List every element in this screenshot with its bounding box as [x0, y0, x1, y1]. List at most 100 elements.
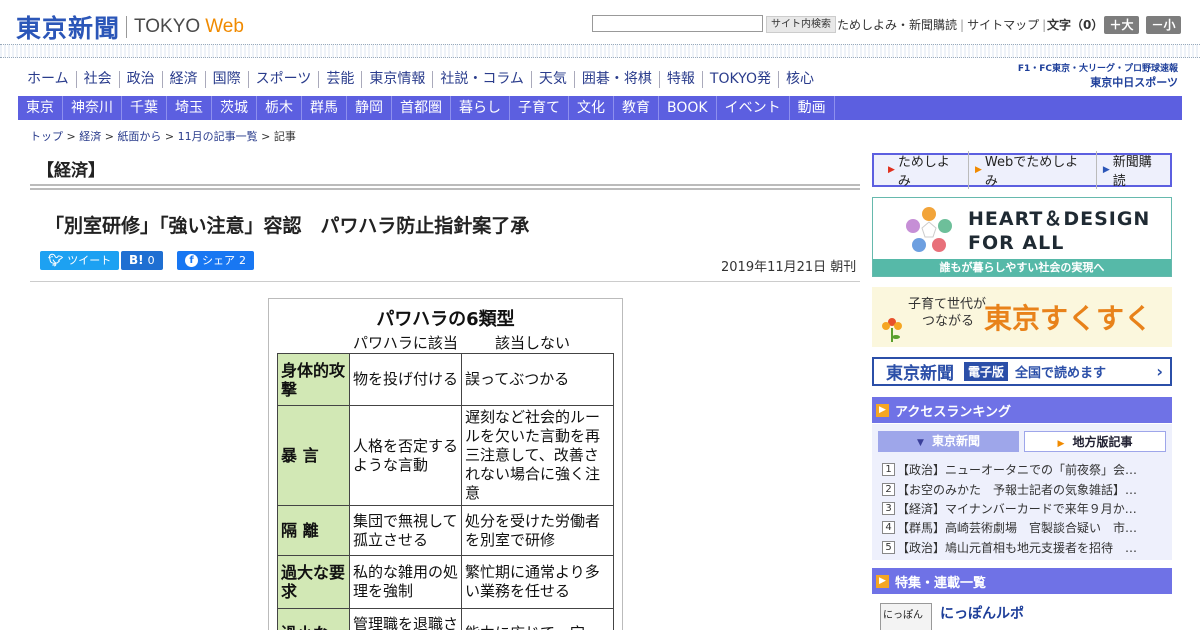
list-item[interactable]: 1 【政治】ニューオータニでの「前夜祭」会…	[882, 460, 1168, 479]
region-nav-item[interactable]: 暮らし	[451, 96, 510, 120]
region-nav-item[interactable]: イベント	[717, 96, 790, 120]
non-harassment-example-cell: 能力に応じて一定	[461, 608, 614, 630]
ranking-tab-local-label: 地方版記事	[1072, 435, 1133, 449]
harassment-example-cell: 私的な雑用の処理を強制	[349, 555, 462, 609]
heart-design-emblem-icon	[906, 207, 952, 252]
category-cell: 過小な	[277, 608, 350, 630]
table-row: 暴 言 人格を否定するような言動 遅刻など社会的ルールを欠いた言動を再三注意して…	[277, 405, 614, 506]
tokyo-sukusuku-banner[interactable]: 子育て世代が つながる 東京すくすく	[872, 287, 1172, 347]
nav-item[interactable]: 東京情報	[361, 71, 432, 88]
site-logo[interactable]: 東京新聞 TOKYO Web	[16, 9, 244, 45]
chevron-right-icon: ›	[1156, 362, 1163, 381]
heart-design-tagline: 誰もが暮らしやすい社会の実現へ	[873, 259, 1171, 276]
feature-item-title: にっぽんルポ	[940, 606, 1024, 622]
subscribe-label: 新聞購読	[1112, 155, 1152, 189]
sitemap-link[interactable]: サイトマップ	[967, 18, 1039, 32]
heart-design-title: HEART＆DESIGN FOR ALL	[968, 207, 1150, 255]
region-nav-item[interactable]: BOOK	[659, 96, 717, 120]
region-nav-item[interactable]: 子育て	[510, 96, 569, 120]
site-search-input[interactable]	[592, 15, 763, 32]
logo-divider	[126, 16, 128, 38]
region-nav-item[interactable]: 茨城	[212, 96, 257, 120]
ranking-tab-tokyo[interactable]: ▼ 東京新聞	[878, 431, 1019, 452]
breadcrumb-current: 記事	[273, 130, 296, 143]
sukusuku-tagline-line2: つながる	[922, 314, 975, 329]
nav-item[interactable]: スポーツ	[247, 71, 319, 88]
link-divider: |	[960, 18, 965, 32]
web-trial-link[interactable]: ▶ Webでためしよみ	[969, 151, 1097, 189]
play-square-icon: ▶	[876, 574, 889, 588]
region-nav-item[interactable]: 動画	[790, 96, 835, 120]
nav-item[interactable]: 社説・コラム	[432, 71, 531, 88]
list-item[interactable]: 4 【群馬】高崎芸術劇場 官製談合疑い 市…	[882, 518, 1168, 537]
font-increase-button[interactable]: ＋大	[1104, 16, 1139, 34]
nav-item[interactable]: 経済	[161, 71, 205, 88]
region-nav-item[interactable]: 群馬	[302, 96, 347, 120]
facebook-icon: f	[185, 254, 198, 267]
list-item[interactable]: 3 【経済】マイナンバーカードで来年９月か…	[882, 499, 1168, 518]
trial-subscribe-box: ▶ ためしよみ ▶ Webでためしよみ ▶ 新聞購読	[872, 151, 1172, 189]
nav-item[interactable]: 国際	[204, 71, 248, 88]
breadcrumb-month-list[interactable]: 11月の記事一覧	[178, 130, 258, 143]
ranking-headline: 【政治】鳩山元首相も地元支援者を招待 …	[897, 540, 1138, 555]
list-item[interactable]: 5 【政治】鳩山元首相も地元支援者を招待 …	[882, 538, 1168, 557]
harassment-example-cell: 集団で無視して孤立させる	[349, 505, 462, 556]
figure-column-yes: パワハラに該当	[353, 334, 458, 352]
nav-item[interactable]: 芸能	[318, 71, 361, 88]
chunichi-sports-link[interactable]: F1・FC東京・大リーグ・プロ野球速報 東京中日スポーツ	[1008, 63, 1178, 89]
region-nav-item[interactable]: 教育	[614, 96, 659, 120]
triangle-icon: ▶	[975, 165, 982, 175]
feature-thumbnail: にっぽん	[880, 603, 932, 630]
ranking-list: 1 【政治】ニューオータニでの「前夜祭」会… 2 【お空のみかた 予報士記者の気象雑…	[882, 460, 1168, 557]
tweet-label: ツイート	[67, 254, 112, 267]
subscribe-link[interactable]: ▶ 新聞購読	[1097, 151, 1170, 189]
rank-number: 5	[882, 540, 895, 554]
region-nav-item[interactable]: 埼玉	[167, 96, 212, 120]
nav-item[interactable]: 天気	[530, 71, 574, 88]
nav-item[interactable]: 特報	[658, 71, 702, 88]
region-nav-item[interactable]: 東京	[18, 96, 63, 120]
ranking-tab-tokyo-label: 東京新聞	[931, 434, 980, 448]
subscribe-link[interactable]: ためしよみ・新聞購読	[837, 18, 957, 32]
facebook-share-button[interactable]: f シェア 2	[177, 251, 254, 270]
font-decrease-button[interactable]: －小	[1146, 16, 1181, 34]
font-size-label: 文字（0）	[1047, 18, 1104, 32]
region-nav-item[interactable]: 首都圏	[392, 96, 451, 120]
web-trial-label: Webでためしよみ	[984, 155, 1079, 189]
nav-item[interactable]: 核心	[777, 71, 821, 88]
breadcrumb-top[interactable]: トップ	[30, 130, 63, 143]
flower-icon	[882, 318, 902, 342]
nav-item[interactable]: 囲碁・将棋	[573, 71, 659, 88]
region-nav: 東京 神奈川 千葉 埼玉 茨城 栃木 群馬 静岡 首都圏 暮らし 子育て 文化 …	[18, 96, 1182, 120]
nav-item[interactable]: TOKYO発	[701, 71, 778, 88]
hatena-bookmark-button[interactable]: B! 0	[121, 251, 163, 270]
region-nav-item[interactable]: 栃木	[257, 96, 302, 120]
heart-design-banner[interactable]: HEART＆DESIGN FOR ALL 誰もが暮らしやすい社会の実現へ	[872, 197, 1172, 277]
triangle-icon: ▶	[1102, 165, 1110, 175]
region-nav-item[interactable]: 静岡	[347, 96, 392, 120]
link-divider: |	[1042, 18, 1047, 32]
triangle-icon: ▶	[888, 165, 895, 175]
section-label: 【経済】	[37, 161, 105, 181]
site-search-button[interactable]: サイト内検索	[766, 16, 836, 33]
main-nav: ホーム 社会 政治 経済 国際 スポーツ 芸能 東京情報 社説・コラム 天気 囲…	[20, 71, 821, 88]
hatena-icon: B!	[129, 253, 144, 267]
digital-edition-text: 全国で読めます	[1015, 366, 1107, 381]
region-nav-item[interactable]: 千葉	[122, 96, 167, 120]
rank-number: 3	[882, 501, 895, 515]
nav-item[interactable]: 社会	[75, 71, 119, 88]
breadcrumb-paper[interactable]: 紙面から	[117, 130, 161, 143]
ranking-tab-local[interactable]: ▶ 地方版記事	[1024, 431, 1166, 452]
region-nav-item[interactable]: 神奈川	[63, 96, 122, 120]
tweet-button[interactable]: 🐦︎ ツイート	[40, 251, 120, 270]
feature-item[interactable]: にっぽん にっぽんルポ	[872, 594, 1172, 630]
nav-item[interactable]: ホーム	[20, 71, 76, 88]
trial-read-link[interactable]: ▶ ためしよみ	[882, 151, 969, 189]
breadcrumb-economy[interactable]: 経済	[79, 130, 101, 143]
list-item[interactable]: 2 【お空のみかた 予報士記者の気象雑話】…	[882, 479, 1168, 498]
region-nav-item[interactable]: 文化	[569, 96, 614, 120]
nav-item[interactable]: 政治	[118, 71, 162, 88]
table-row: 隔 離 集団で無視して孤立させる 処分を受けた労働者を別室で研修	[277, 505, 614, 556]
non-harassment-example-cell: 遅刻など社会的ルールを欠いた言動を再三注意して、改善されない場合に強く注意	[461, 405, 614, 506]
digital-edition-banner[interactable]: 東京新聞 電子版 全国で読めます ›	[872, 357, 1172, 386]
